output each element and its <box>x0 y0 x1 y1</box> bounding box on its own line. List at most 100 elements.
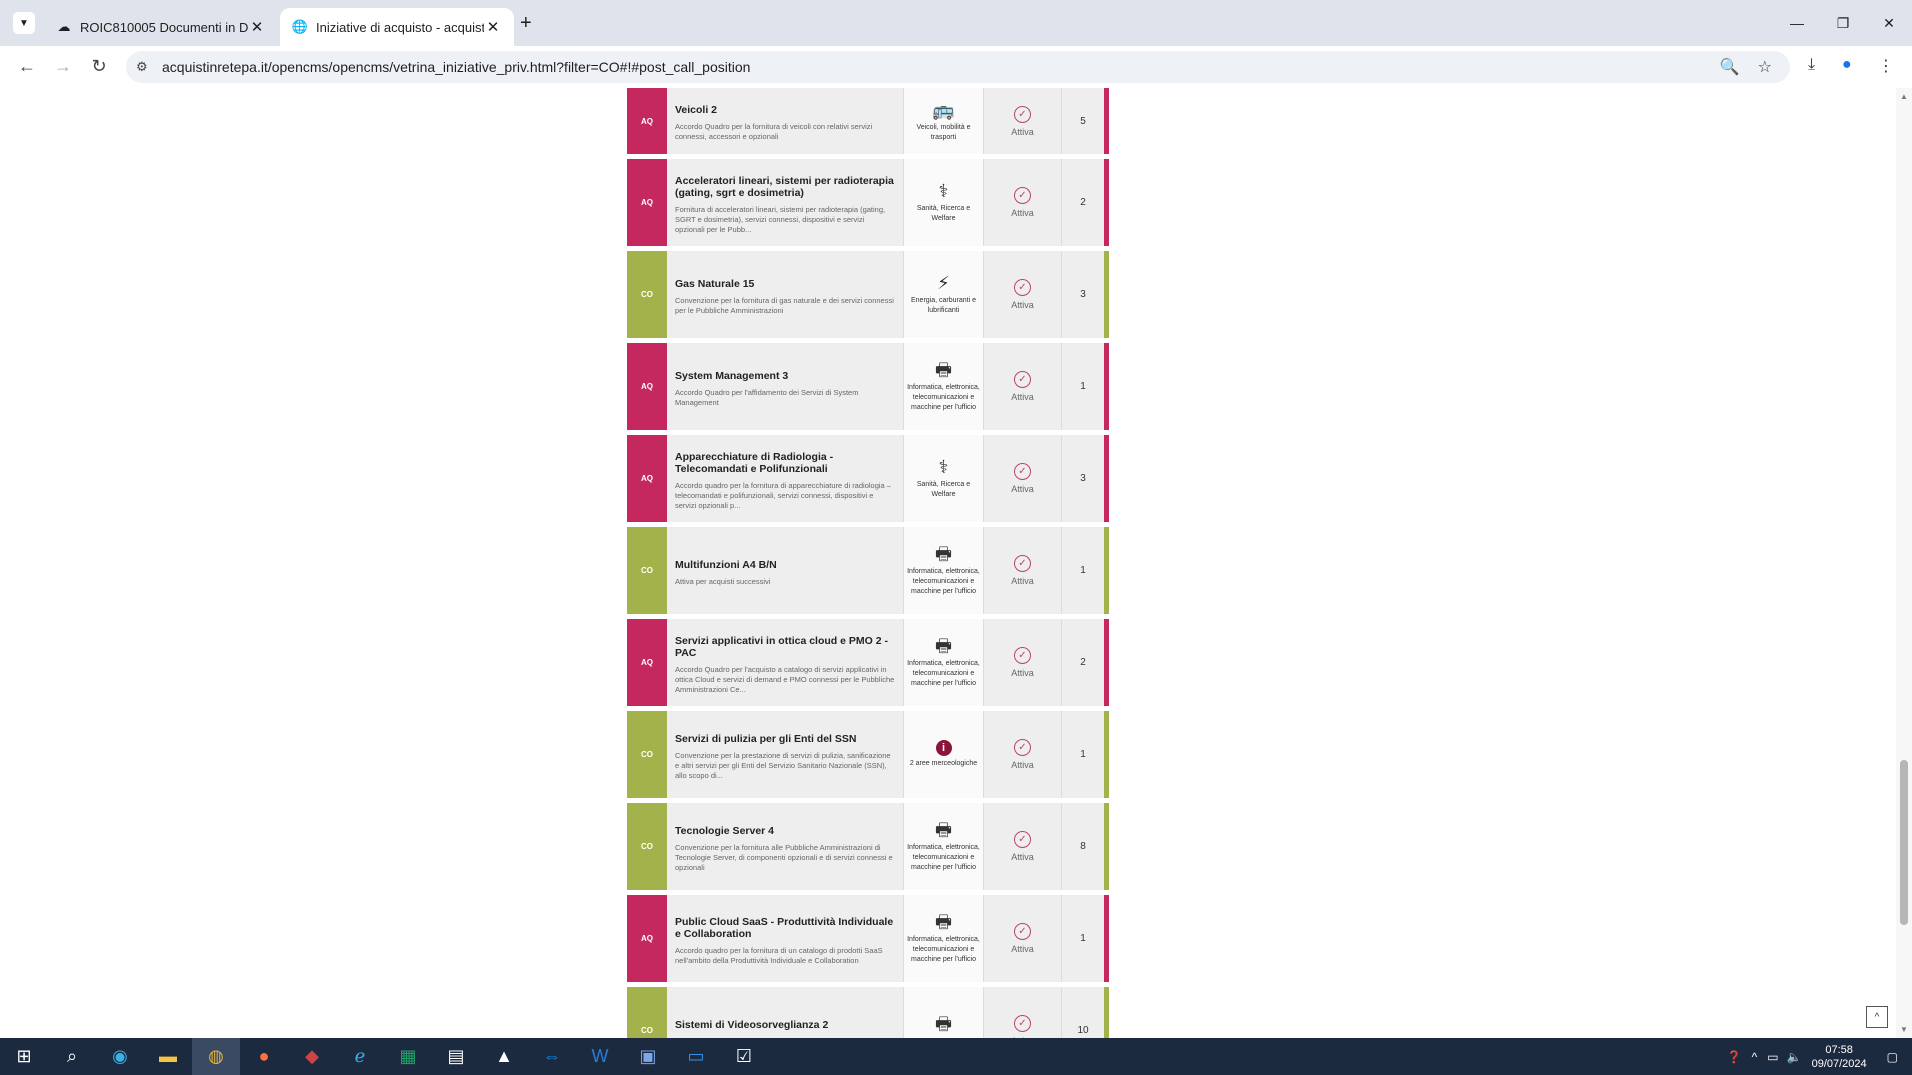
bookmark-star-icon[interactable]: ☆ <box>1758 57 1772 77</box>
initiative-info[interactable]: Gas Naturale 15 Convenzione per la forni… <box>667 251 904 338</box>
initiative-category: ⚡ Energia, carburanti e lubrificanti <box>904 251 984 338</box>
site-settings-icon[interactable]: ⚙ <box>136 59 158 75</box>
initiative-row[interactable]: AQ Servizi applicativi in ottica cloud e… <box>627 619 1109 706</box>
restore-button[interactable]: ❐ <box>1820 0 1866 46</box>
initiative-name[interactable]: Sistemi di Videosorveglianza 2 <box>675 1019 895 1031</box>
initiative-type-badge: CO <box>627 987 667 1038</box>
tab-documenti[interactable]: ☁ ROIC810005 Documenti in DA S ✕ <box>44 8 278 46</box>
tab-iniziative[interactable]: 🌐 Iniziative di acquisto - acquistin ✕ <box>280 8 514 46</box>
app4-icon[interactable]: ▭ <box>672 1038 720 1075</box>
category-label: Informatica, elettronica, telecomunicazi… <box>907 660 980 687</box>
initiative-info[interactable]: Servizi applicativi in ottica cloud e PM… <box>667 619 904 706</box>
edge-icon[interactable]: ◉ <box>96 1038 144 1075</box>
initiative-info[interactable]: Sistemi di Videosorveglianza 2 Sistemi d… <box>667 987 904 1038</box>
initiative-description: Accordo quadro per la fornitura di un ca… <box>675 945 883 965</box>
initiative-name[interactable]: Acceleratori lineari, sistemi per radiot… <box>675 175 895 199</box>
word-icon[interactable]: W <box>576 1038 624 1075</box>
status-text: Attiva <box>1011 208 1034 218</box>
category-label: Veicoli, mobilità e trasporti <box>916 123 971 141</box>
initiative-name[interactable]: Apparecchiature di Radiologia - Telecoma… <box>675 451 895 475</box>
initiative-row[interactable]: CO Tecnologie Server 4 Convenzione per l… <box>627 803 1109 890</box>
zoom-icon[interactable]: 🔍 <box>1720 57 1740 77</box>
clock[interactable]: 07:58 09/07/2024 <box>1812 1043 1867 1071</box>
initiative-description: Convenzione per la prestazione di serviz… <box>675 750 891 780</box>
close-tab-icon[interactable]: ✕ <box>248 18 266 36</box>
initiative-row[interactable]: AQ System Management 3 Accordo Quadro pe… <box>627 343 1109 430</box>
chevron-up-icon[interactable]: ^ <box>1752 1050 1758 1064</box>
initiative-info[interactable]: Acceleratori lineari, sistemi per radiot… <box>667 159 904 246</box>
page-scrollbar[interactable]: ▲ ▼ <box>1896 88 1912 1038</box>
internet-explorer-icon[interactable]: ℯ <box>336 1038 384 1075</box>
initiative-count: 3 <box>1080 289 1086 300</box>
teamviewer-icon[interactable]: ⇔ <box>528 1038 576 1075</box>
initiative-row[interactable]: AQ Acceleratori lineari, sistemi per rad… <box>627 159 1109 246</box>
app5-icon[interactable]: ☑ <box>720 1038 768 1075</box>
initiative-row[interactable]: CO Sistemi di Videosorveglianza 2 Sistem… <box>627 987 1109 1038</box>
info-icon[interactable]: i <box>935 740 952 756</box>
initiative-info[interactable]: System Management 3 Accordo Quadro per l… <box>667 343 904 430</box>
initiative-name[interactable]: System Management 3 <box>675 370 895 382</box>
initiative-info[interactable]: Apparecchiature di Radiologia - Telecoma… <box>667 435 904 522</box>
category-label: Informatica, elettronica, telecomunicazi… <box>907 844 980 871</box>
windows-start-icon[interactable]: ⊞ <box>0 1038 48 1075</box>
forward-button[interactable]: → <box>52 56 74 77</box>
initiative-type-badge: AQ <box>627 343 667 430</box>
initiative-row[interactable]: CO Multifunzioni A4 B/N Attiva per acqui… <box>627 527 1109 614</box>
initiative-name[interactable]: Tecnologie Server 4 <box>675 825 895 837</box>
initiative-row[interactable]: CO Servizi di pulizia per gli Enti del S… <box>627 711 1109 798</box>
initiative-status: ✓ Attiva <box>984 343 1062 430</box>
download-icon[interactable]: ⤓ <box>1808 56 1815 74</box>
initiative-info[interactable]: Public Cloud SaaS - Produttività Individ… <box>667 895 904 982</box>
help-icon[interactable]: ❓ <box>1727 1050 1742 1064</box>
initiative-row[interactable]: AQ Apparecchiature di Radiologia - Telec… <box>627 435 1109 522</box>
check-circle-icon: ✓ <box>1014 187 1031 204</box>
chrome-icon[interactable]: ◍ <box>192 1038 240 1075</box>
initiative-type-badge: AQ <box>627 619 667 706</box>
initiative-name[interactable]: Servizi di pulizia per gli Enti del SSN <box>675 733 895 745</box>
scroll-up-icon[interactable]: ▲ <box>1900 92 1908 101</box>
initiative-name[interactable]: Public Cloud SaaS - Produttività Individ… <box>675 916 895 940</box>
search-icon[interactable]: ⌕ <box>48 1038 96 1075</box>
new-tab-button[interactable]: + <box>520 12 532 35</box>
row-accent-bar <box>1104 159 1109 246</box>
initiative-category: 🖶 Informatica, elettronica, <box>904 987 984 1038</box>
initiative-name[interactable]: Multifunzioni A4 B/N <box>675 559 895 571</box>
menu-icon[interactable]: ⋮ <box>1878 56 1894 76</box>
scroll-down-icon[interactable]: ▼ <box>1900 1025 1908 1034</box>
close-window-button[interactable]: ✕ <box>1866 0 1912 46</box>
profile-icon[interactable]: ● <box>1842 56 1852 74</box>
initiative-row[interactable]: AQ Public Cloud SaaS - Produttività Indi… <box>627 895 1109 982</box>
initiative-name[interactable]: Veicoli 2 <box>675 104 895 116</box>
initiative-description: Attiva per acquisti successivi <box>675 576 771 586</box>
initiative-info[interactable]: Veicoli 2 Accordo Quadro per la fornitur… <box>667 88 904 154</box>
file-explorer-icon[interactable]: ▬ <box>144 1038 192 1075</box>
excel-icon[interactable]: ▦ <box>384 1038 432 1075</box>
back-button[interactable]: ← <box>16 56 38 77</box>
calculator-icon[interactable]: ▤ <box>432 1038 480 1075</box>
scrollbar-thumb[interactable] <box>1900 760 1908 925</box>
initiative-info[interactable]: Multifunzioni A4 B/N Attiva per acquisti… <box>667 527 904 614</box>
initiative-info[interactable]: Servizi di pulizia per gli Enti del SSN … <box>667 711 904 798</box>
app3-icon[interactable]: ▣ <box>624 1038 672 1075</box>
initiative-count: 1 <box>1080 565 1086 576</box>
volume-icon[interactable]: 🔈 <box>1787 1050 1802 1064</box>
initiative-row[interactable]: CO Gas Naturale 15 Convenzione per la fo… <box>627 251 1109 338</box>
firefox-icon[interactable]: ● <box>240 1038 288 1075</box>
status-text: Attiva <box>1011 392 1034 402</box>
initiative-info[interactable]: Tecnologie Server 4 Convenzione per la f… <box>667 803 904 890</box>
app2-icon[interactable]: ▲ <box>480 1038 528 1075</box>
initiative-name[interactable]: Servizi applicativi in ottica cloud e PM… <box>675 635 895 659</box>
minimize-button[interactable]: — <box>1774 0 1820 46</box>
tab-search-button[interactable]: ▼ <box>13 12 35 34</box>
close-tab-icon[interactable]: ✕ <box>484 18 502 36</box>
notifications-icon[interactable]: ▢ <box>1887 1050 1898 1064</box>
initiative-name[interactable]: Gas Naturale 15 <box>675 278 895 290</box>
reload-button[interactable]: ↻ <box>88 56 110 77</box>
address-bar[interactable]: ⚙ acquistinretepa.it/opencms/opencms/vet… <box>126 51 1790 83</box>
status-text: Attiva <box>1011 300 1034 310</box>
back-to-top-button[interactable]: ^ <box>1866 1006 1888 1028</box>
status-text: Attiva <box>1011 668 1034 678</box>
app-icon[interactable]: ◆ <box>288 1038 336 1075</box>
network-icon[interactable]: ▭ <box>1767 1050 1778 1064</box>
initiative-row[interactable]: AQ Veicoli 2 Accordo Quadro per la forni… <box>627 88 1109 154</box>
